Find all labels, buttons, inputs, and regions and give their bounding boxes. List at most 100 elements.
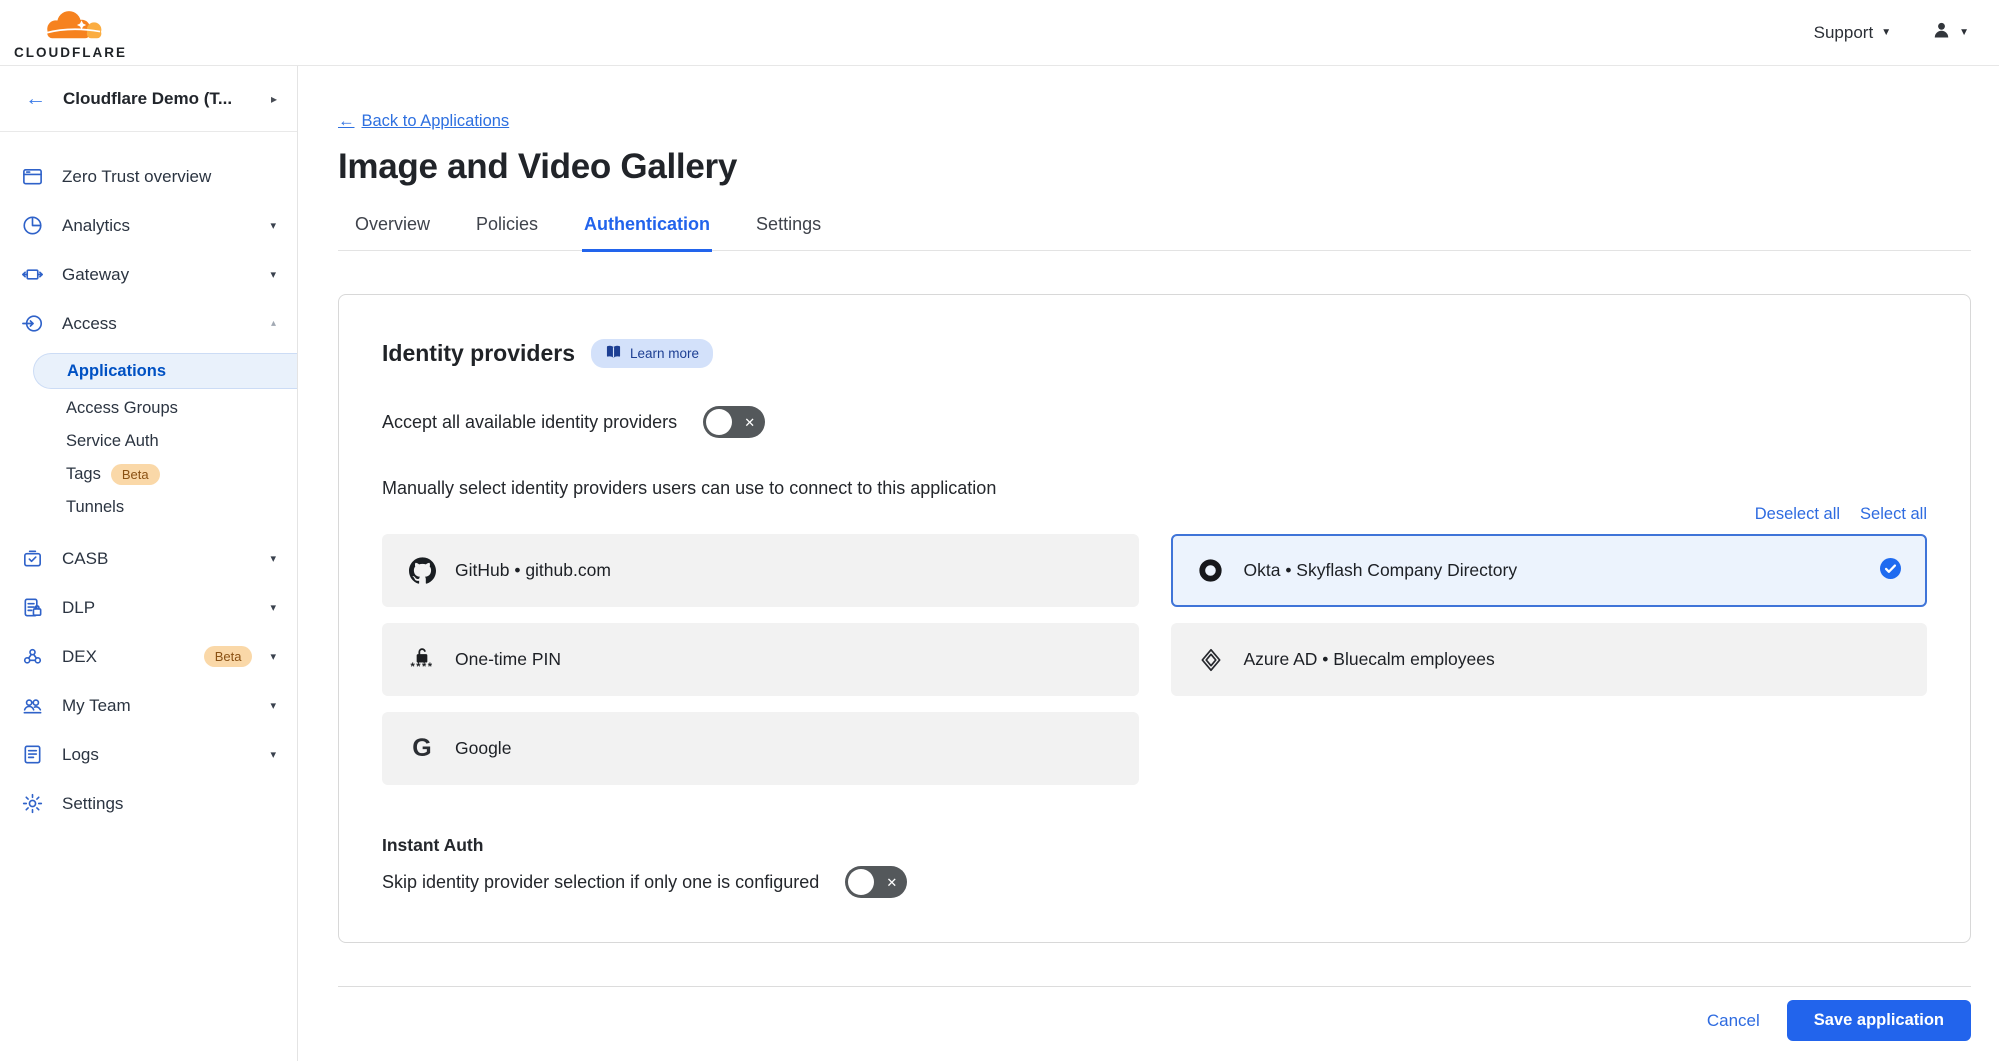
logs-icon bbox=[21, 743, 44, 766]
identity-providers-card: Identity providers Learn more Accept all… bbox=[338, 294, 1971, 943]
gear-icon bbox=[21, 792, 44, 815]
sidebar-item-label: Zero Trust overview bbox=[62, 167, 276, 187]
azure-ad-icon bbox=[1197, 647, 1225, 673]
chevron-down-icon[interactable]: ▾ bbox=[270, 650, 276, 663]
sidebar-item-tags[interactable]: Tags Beta bbox=[0, 458, 297, 491]
sidebar-item-tunnels[interactable]: Tunnels bbox=[0, 491, 297, 524]
provider-name: Azure AD • Bluecalm employees bbox=[1244, 649, 1902, 670]
provider-tile-google[interactable]: G Google bbox=[382, 712, 1139, 785]
tab-policies[interactable]: Policies bbox=[474, 214, 540, 250]
footer-divider bbox=[338, 986, 1971, 987]
chevron-down-icon[interactable]: ▾ bbox=[270, 552, 276, 565]
overview-icon bbox=[21, 165, 44, 188]
instant-auth-heading: Instant Auth bbox=[382, 835, 1927, 856]
gateway-icon bbox=[21, 263, 44, 286]
analytics-icon bbox=[21, 214, 44, 237]
chevron-down-icon[interactable]: ▾ bbox=[270, 601, 276, 614]
card-heading: Identity providers bbox=[382, 340, 575, 367]
sidebar-item-dlp[interactable]: DLP ▾ bbox=[0, 583, 297, 632]
github-icon bbox=[408, 557, 436, 584]
back-to-applications-link[interactable]: ← Back to Applications bbox=[338, 112, 509, 131]
chevron-up-icon[interactable]: ▴ bbox=[271, 318, 276, 329]
account-name: Cloudflare Demo (T... bbox=[63, 89, 254, 109]
select-all-link[interactable]: Select all bbox=[1860, 505, 1927, 524]
sidebar-item-logs[interactable]: Logs ▾ bbox=[0, 730, 297, 779]
tab-authentication[interactable]: Authentication bbox=[582, 214, 712, 252]
access-subnav: Applications Access Groups Service Auth … bbox=[0, 348, 297, 534]
sidebar-item-label: Access Groups bbox=[66, 399, 178, 418]
sidebar-item-casb[interactable]: CASB ▾ bbox=[0, 534, 297, 583]
sidebar-item-access-groups[interactable]: Access Groups bbox=[0, 392, 297, 425]
sidebar-item-label: Service Auth bbox=[66, 432, 159, 451]
sidebar-item-applications[interactable]: Applications bbox=[33, 353, 297, 389]
accept-all-label: Accept all available identity providers bbox=[382, 412, 677, 433]
sidebar-item-label: DEX bbox=[62, 647, 192, 667]
sidebar-item-my-team[interactable]: My Team ▾ bbox=[0, 681, 297, 730]
tab-settings[interactable]: Settings bbox=[754, 214, 823, 250]
sidebar-item-label: Access bbox=[62, 314, 253, 334]
sidebar-item-label: Gateway bbox=[62, 265, 252, 285]
main-content: ← Back to Applications Image and Video G… bbox=[298, 66, 1999, 1061]
provider-tile-okta[interactable]: Okta • Skyflash Company Directory bbox=[1171, 534, 1928, 607]
topbar-right: Support ▼ ▼ bbox=[1814, 20, 1969, 46]
provider-tile-github[interactable]: GitHub • github.com bbox=[382, 534, 1139, 607]
sidebar-item-label: My Team bbox=[62, 696, 252, 716]
cloudflare-brand-text: CLOUDFLARE bbox=[14, 45, 127, 60]
chevron-right-icon[interactable]: ▸ bbox=[271, 92, 277, 106]
instant-auth-label: Skip identity provider selection if only… bbox=[382, 872, 819, 893]
chevron-down-icon[interactable]: ▾ bbox=[270, 748, 276, 761]
back-arrow-icon[interactable]: ← bbox=[25, 88, 46, 109]
sidebar-item-label: Logs bbox=[62, 745, 252, 765]
manual-select-text: Manually select identity providers users… bbox=[382, 478, 1927, 499]
toggle-knob bbox=[848, 869, 874, 895]
chevron-down-icon[interactable]: ▾ bbox=[270, 219, 276, 232]
sidebar-item-analytics[interactable]: Analytics ▾ bbox=[0, 201, 297, 250]
user-menu[interactable]: ▼ bbox=[1931, 20, 1969, 46]
sidebar-item-label: Tunnels bbox=[66, 498, 124, 517]
provider-grid: GitHub • github.com Okta • Skyflash Comp… bbox=[382, 534, 1927, 785]
sidebar-item-access[interactable]: Access ▴ bbox=[0, 299, 297, 348]
okta-icon bbox=[1197, 557, 1225, 584]
google-icon: G bbox=[408, 736, 436, 761]
save-application-button[interactable]: Save application bbox=[1787, 1000, 1971, 1041]
sidebar-item-settings[interactable]: Settings bbox=[0, 779, 297, 828]
back-link-label: Back to Applications bbox=[362, 112, 510, 131]
chevron-down-icon[interactable]: ▾ bbox=[270, 268, 276, 281]
sidebar-item-service-auth[interactable]: Service Auth bbox=[0, 425, 297, 458]
provider-name: Okta • Skyflash Company Directory bbox=[1244, 560, 1862, 581]
sidebar: ← Cloudflare Demo (T... ▸ Zero Trust ove… bbox=[0, 66, 298, 1061]
chevron-down-icon[interactable]: ▾ bbox=[270, 699, 276, 712]
support-label: Support bbox=[1814, 23, 1874, 43]
sidebar-item-zero-trust-overview[interactable]: Zero Trust overview bbox=[0, 152, 297, 201]
provider-tile-azure-ad[interactable]: Azure AD • Bluecalm employees bbox=[1171, 623, 1928, 696]
sidebar-item-label: Tags bbox=[66, 465, 101, 484]
tab-overview[interactable]: Overview bbox=[353, 214, 432, 250]
provider-tile-one-time-pin[interactable]: **** One-time PIN bbox=[382, 623, 1139, 696]
instant-auth-toggle[interactable]: ✕ bbox=[845, 866, 907, 898]
accept-all-toggle[interactable]: ✕ bbox=[703, 406, 765, 438]
deselect-all-link[interactable]: Deselect all bbox=[1755, 505, 1840, 524]
chevron-down-icon: ▼ bbox=[1881, 27, 1891, 38]
otp-stars: **** bbox=[410, 662, 433, 673]
toggle-x-icon: ✕ bbox=[744, 416, 755, 429]
sidebar-item-gateway[interactable]: Gateway ▾ bbox=[0, 250, 297, 299]
provider-name: One-time PIN bbox=[455, 649, 1113, 670]
tab-bar: Overview Policies Authentication Setting… bbox=[338, 214, 1971, 251]
sidebar-item-label: Settings bbox=[62, 794, 276, 814]
toggle-knob bbox=[706, 409, 732, 435]
sidebar-nav: Zero Trust overview Analytics ▾ bbox=[0, 132, 297, 828]
provider-name: Google bbox=[455, 738, 1113, 759]
sidebar-item-label: Analytics bbox=[62, 216, 252, 236]
sidebar-item-dex[interactable]: DEX Beta ▾ bbox=[0, 632, 297, 681]
page-title: Image and Video Gallery bbox=[338, 147, 1971, 187]
learn-more-badge[interactable]: Learn more bbox=[591, 339, 713, 368]
footer-actions: Cancel Save application bbox=[338, 1000, 1971, 1041]
cloudflare-logo[interactable]: CLOUDFLARE bbox=[14, 6, 127, 60]
topbar: CLOUDFLARE Support ▼ ▼ bbox=[0, 0, 1999, 66]
account-switcher[interactable]: ← Cloudflare Demo (T... ▸ bbox=[0, 66, 297, 132]
cancel-button[interactable]: Cancel bbox=[1707, 1011, 1760, 1031]
app-window: CLOUDFLARE Support ▼ ▼ ← Cloudflare Dem bbox=[0, 0, 1999, 1061]
one-time-pin-icon: **** bbox=[408, 647, 436, 673]
sidebar-item-label: DLP bbox=[62, 598, 252, 618]
support-menu[interactable]: Support ▼ bbox=[1814, 23, 1891, 43]
